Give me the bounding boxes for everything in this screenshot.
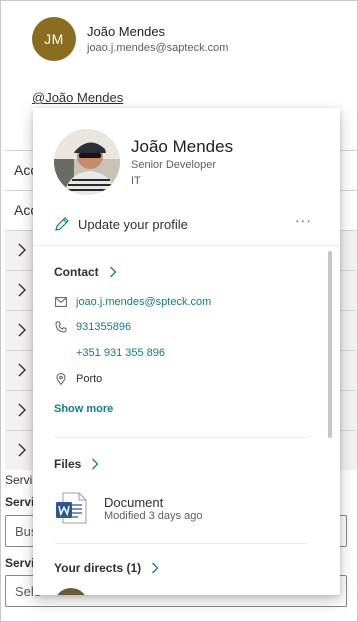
card-scrollbar-thumb[interactable] bbox=[328, 251, 332, 438]
update-profile-label: Update your profile bbox=[78, 216, 188, 232]
divider bbox=[33, 245, 340, 246]
contact-location: Porto bbox=[76, 373, 103, 385]
chevron-right-icon bbox=[18, 363, 26, 377]
contact-mobile-link[interactable]: +351 931 355 896 bbox=[76, 347, 165, 359]
phone-icon bbox=[54, 320, 68, 334]
field-label: Servi bbox=[5, 556, 35, 570]
header-user-email: joao.j.mendes@sapteck.com bbox=[87, 42, 229, 54]
word-document-icon[interactable] bbox=[54, 491, 88, 525]
contact-location-row: Porto bbox=[54, 371, 102, 387]
directs-section-header[interactable]: Your directs (1) bbox=[54, 561, 159, 575]
update-profile-button[interactable]: Update your profile bbox=[54, 214, 188, 234]
divider bbox=[54, 437, 307, 438]
show-more-link[interactable]: Show more bbox=[54, 403, 113, 415]
app-frame: JM João Mendes joao.j.mendes@sapteck.com… bbox=[0, 0, 358, 622]
direct-report-avatar[interactable] bbox=[54, 588, 88, 595]
field-label: Servi bbox=[5, 495, 35, 509]
document-name-link[interactable]: Document bbox=[104, 495, 163, 510]
chevron-right-icon bbox=[18, 323, 26, 337]
chevron-right-icon bbox=[18, 443, 26, 457]
more-options-button[interactable]: ··· bbox=[295, 212, 312, 228]
pencil-icon bbox=[55, 217, 69, 231]
contact-phone-link[interactable]: 931355896 bbox=[76, 321, 131, 333]
contact-section-header[interactable]: Contact bbox=[54, 265, 117, 279]
files-section-header[interactable]: Files bbox=[54, 457, 99, 471]
profile-photo-image bbox=[54, 129, 120, 195]
contact-phone-row: 931355896 bbox=[54, 319, 131, 335]
contact-department: IT bbox=[131, 175, 141, 187]
contact-card: João Mendes Senior Developer IT Update y… bbox=[33, 108, 340, 595]
mail-icon bbox=[54, 295, 68, 309]
field-label: Servi bbox=[5, 473, 33, 487]
location-pin-icon bbox=[54, 372, 68, 386]
profile-photo bbox=[54, 129, 120, 195]
chevron-right-icon bbox=[109, 266, 117, 278]
chevron-right-icon bbox=[92, 458, 99, 470]
contact-email-link[interactable]: joao.j.mendes@spteck.com bbox=[76, 296, 211, 308]
chevron-right-icon bbox=[18, 243, 26, 257]
chevron-right-icon bbox=[152, 562, 159, 574]
contact-name: João Mendes bbox=[131, 137, 234, 156]
mention-link[interactable]: @João Mendes bbox=[32, 90, 123, 105]
user-avatar: JM bbox=[32, 17, 76, 61]
header-user-name: João Mendes bbox=[87, 24, 166, 39]
chevron-right-icon bbox=[18, 283, 26, 297]
contact-job-title: Senior Developer bbox=[131, 159, 216, 171]
document-modified: Modified 3 days ago bbox=[104, 510, 203, 522]
chevron-right-icon bbox=[18, 403, 26, 417]
divider bbox=[54, 543, 307, 544]
contact-email-row: joao.j.mendes@spteck.com bbox=[54, 294, 211, 310]
